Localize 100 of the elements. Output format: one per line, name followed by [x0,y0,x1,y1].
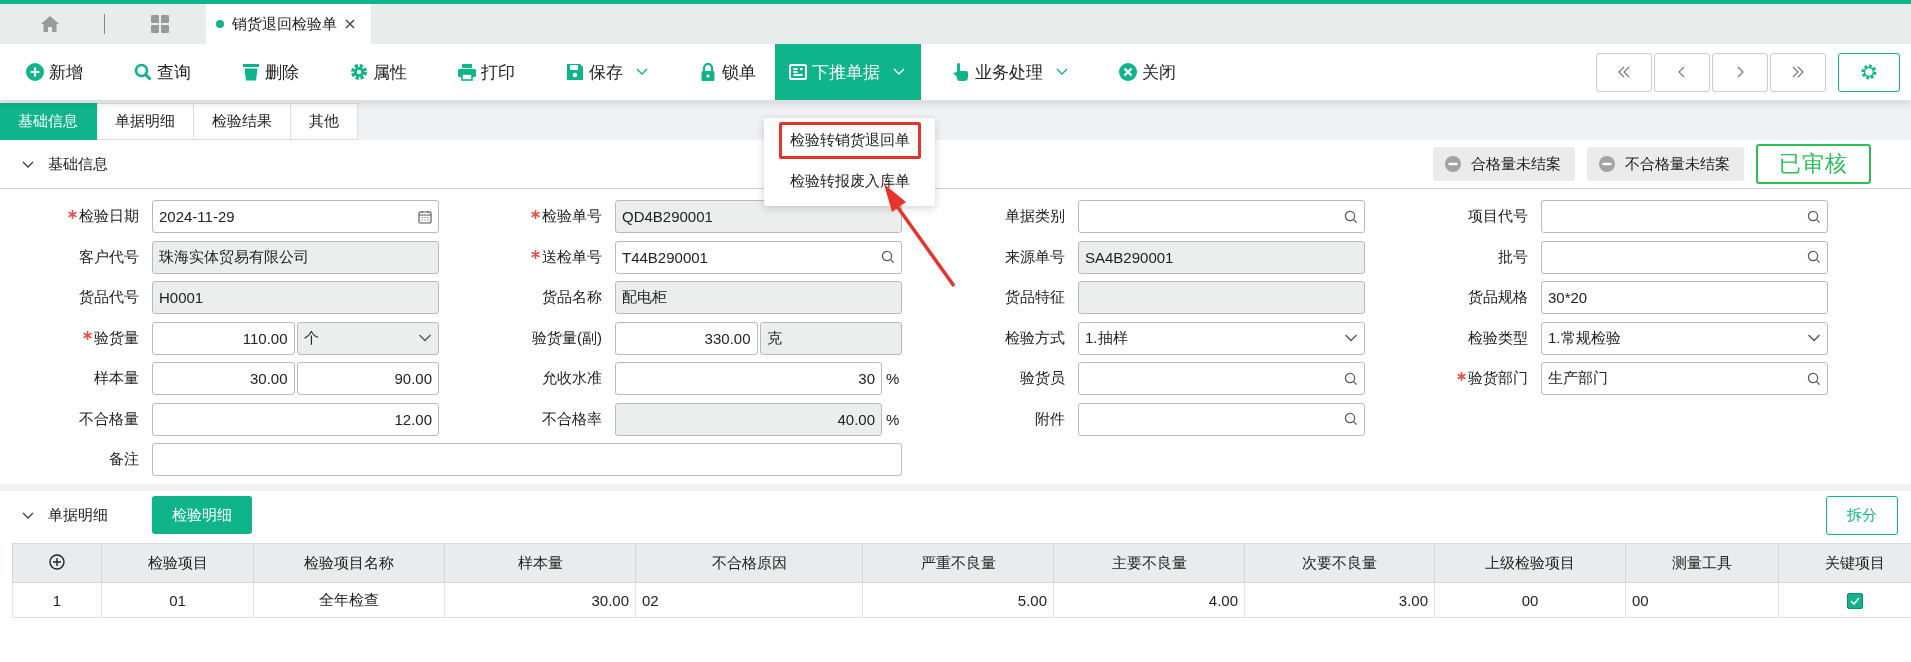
checkbox[interactable] [1847,593,1863,609]
input-field[interactable]: 90.00 [296,362,439,395]
input-field[interactable] [152,443,902,476]
input-field[interactable]: 1.抽样 [1078,321,1365,355]
pager-button[interactable] [1654,52,1710,92]
input-field[interactable] [1078,200,1365,233]
field-label: 验货量(副) [532,328,602,348]
table-cell: 4.00 [1053,582,1245,618]
add-row-icon [49,553,65,570]
close-icon [1119,63,1137,81]
table-cell: 5.00 [862,582,1054,618]
toolbar-button[interactable]: 打印 [438,44,535,100]
table-cell: 01 [101,582,254,618]
toolbar-button[interactable]: 关闭 [1099,44,1196,100]
settings-icon [1860,63,1878,81]
input-field[interactable]: 30.00 [152,362,295,395]
field-label: 样本量 [94,369,139,388]
table-cell: 00 [1434,582,1626,618]
input-field[interactable]: 110.00 [152,321,295,355]
input-field[interactable]: 30 [615,362,882,395]
column-header[interactable]: 关键项目 [1778,543,1911,583]
minus-circle-icon [1445,156,1461,172]
pager-button[interactable] [1770,52,1826,92]
input-field[interactable]: 2024-11-29 [152,200,439,233]
menu-item[interactable]: 检验转报废入库单 [778,163,921,200]
input-field[interactable]: 12.00 [152,402,439,436]
table-cell: 02 [635,582,863,618]
field-label: 来源单号 [1005,247,1065,267]
field-label: 送检单号 [542,247,602,267]
field-label: 货品特征 [1005,288,1065,307]
toolbar-button[interactable]: 业务处理 [932,44,1088,100]
search-icon [1344,371,1358,386]
document-tab[interactable]: 销货退回检验单 [206,4,371,44]
field-label: 客户代号 [79,247,139,267]
field-label: 检验方式 [1005,328,1065,348]
toolbar-button[interactable]: 删除 [222,44,319,100]
column-header[interactable]: 次要不良量 [1244,543,1435,583]
last-page-icon [1791,66,1805,78]
column-header[interactable]: 主要不良量 [1053,543,1245,583]
field-label: 货品名称 [542,288,602,307]
settings-button[interactable] [1838,52,1900,92]
unit-label: % [886,370,901,387]
search-icon [1807,250,1821,264]
status-dot-icon [216,20,224,28]
input-field[interactable] [1541,200,1828,233]
search-icon [1344,209,1358,224]
table-cell: 3.00 [1244,582,1435,618]
column-header[interactable]: 样本量 [444,543,636,583]
field-label: 货品规格 [1468,288,1528,307]
first-page-icon [1617,66,1631,78]
input-field[interactable] [1078,402,1365,436]
field-label: 附件 [1035,409,1065,429]
input-field[interactable] [1541,240,1828,274]
calendar-icon [418,209,432,224]
section-tab[interactable]: 单据明细 [97,103,194,140]
table-cell: 1 [12,582,102,618]
unit-label: % [886,410,901,428]
section-tab[interactable]: 其他 [291,103,358,140]
field-label: 项目代号 [1468,207,1528,226]
column-header[interactable]: 上级检验项目 [1434,543,1626,583]
menu-item[interactable]: 检验转销货退回单 [778,122,921,159]
close-icon [345,19,355,29]
input-field[interactable] [1078,362,1365,395]
input-field[interactable]: 1.常规检验 [1541,321,1828,355]
column-header[interactable]: 不合格原因 [635,543,863,583]
field-label: 备注 [109,450,139,469]
input-field[interactable]: T44B290001 [615,240,902,274]
toolbar-button[interactable]: 属性 [330,44,427,100]
toolbar-button[interactable]: 保存 [546,44,668,100]
search-icon [881,250,895,264]
lock-icon [699,63,717,81]
minus-circle-icon [1599,156,1615,172]
checkmark-icon [1850,597,1860,605]
field-label: 不合格量 [79,409,139,429]
toolbar-button[interactable]: 查询 [114,44,211,100]
field-label: 货品代号 [79,288,139,307]
input-field[interactable]: 30*20 [1541,281,1828,314]
column-header[interactable]: 测量工具 [1625,543,1779,583]
column-header[interactable]: 严重不良量 [862,543,1054,583]
plus-icon [26,63,44,81]
search-icon [1807,209,1821,224]
table-cell: 00 [1625,582,1779,618]
field-label: 批号 [1498,247,1528,267]
status-tag: 不合格量未结案 [1587,147,1744,181]
column-header[interactable]: 检验项目 [101,543,254,583]
toolbar-button[interactable]: 新增 [6,44,103,100]
save-icon [566,63,584,81]
status-stamp: 已审核 [1756,144,1871,184]
field-label: 单据类别 [1005,207,1065,226]
field-label: 验货量 [94,328,139,348]
pager-button[interactable] [1596,52,1652,92]
section-tab[interactable]: 检验结果 [194,103,291,140]
column-header[interactable]: 检验项目名称 [253,543,445,583]
toolbar-button[interactable]: 锁单 [679,44,776,100]
pager-button[interactable] [1712,52,1768,92]
field-label: 允收水准 [542,369,602,388]
search-icon [1807,371,1821,386]
input-field[interactable]: 330.00 [615,321,758,355]
document-icon [789,63,807,81]
input-field[interactable]: 生产部门 [1541,362,1828,395]
